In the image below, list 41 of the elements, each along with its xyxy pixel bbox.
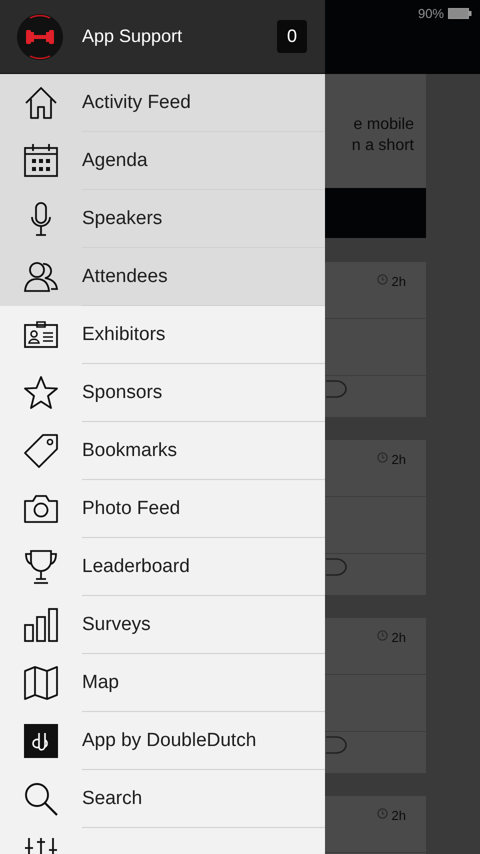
trophy-icon: [23, 549, 59, 585]
menu-item[interactable]: Agenda: [0, 132, 325, 190]
calendar-icon: [23, 143, 59, 179]
menu-item[interactable]: App by DoubleDutch: [0, 712, 325, 770]
clock-icon: [376, 274, 388, 285]
home-icon: [23, 85, 59, 121]
logo-icon: [23, 723, 59, 759]
tag-icon: [23, 433, 59, 469]
clock-icon: [376, 630, 388, 641]
people-icon: [23, 259, 59, 295]
menu-item[interactable]: Map: [0, 654, 325, 712]
menu-item[interactable]: Search: [0, 770, 325, 828]
post-time: 2h: [392, 274, 406, 289]
comment-icon[interactable]: [324, 556, 348, 578]
menu-item[interactable]: Attendees: [0, 248, 325, 306]
menu-item[interactable]: Leaderboard: [0, 538, 325, 596]
intro-text: e mobile: [354, 115, 414, 135]
notification-count[interactable]: 0: [276, 20, 307, 53]
clock-icon: [376, 452, 388, 463]
post-time: 2h: [392, 630, 406, 645]
comment-icon[interactable]: [324, 734, 348, 756]
menu-item[interactable]: Sponsors: [0, 364, 325, 422]
menu-item[interactable]: Photo Feed: [0, 480, 325, 538]
menu-item[interactable]: Surveys: [0, 596, 325, 654]
intro-text: n a short: [352, 136, 414, 156]
menu-item[interactable]: Exhibitors: [0, 306, 325, 364]
comment-icon[interactable]: [324, 378, 348, 400]
menu-item[interactable]: Bookmarks: [0, 422, 325, 480]
battery-icon: [448, 8, 472, 19]
battery-percentage: 90%: [418, 6, 444, 21]
menu-item[interactable]: Speakers: [0, 190, 325, 248]
post-time: 2h: [392, 452, 406, 467]
star-icon: [23, 375, 59, 411]
clock-icon: [376, 808, 388, 819]
post-time: 2h: [392, 808, 406, 823]
account-name: App Support: [82, 26, 184, 47]
search-icon: [23, 781, 59, 817]
map-icon: [23, 665, 59, 701]
bar-chart-icon: [23, 607, 59, 643]
dumbbell-avatar-icon: [16, 12, 64, 60]
menu-item[interactable]: Activity Feed: [0, 74, 325, 132]
